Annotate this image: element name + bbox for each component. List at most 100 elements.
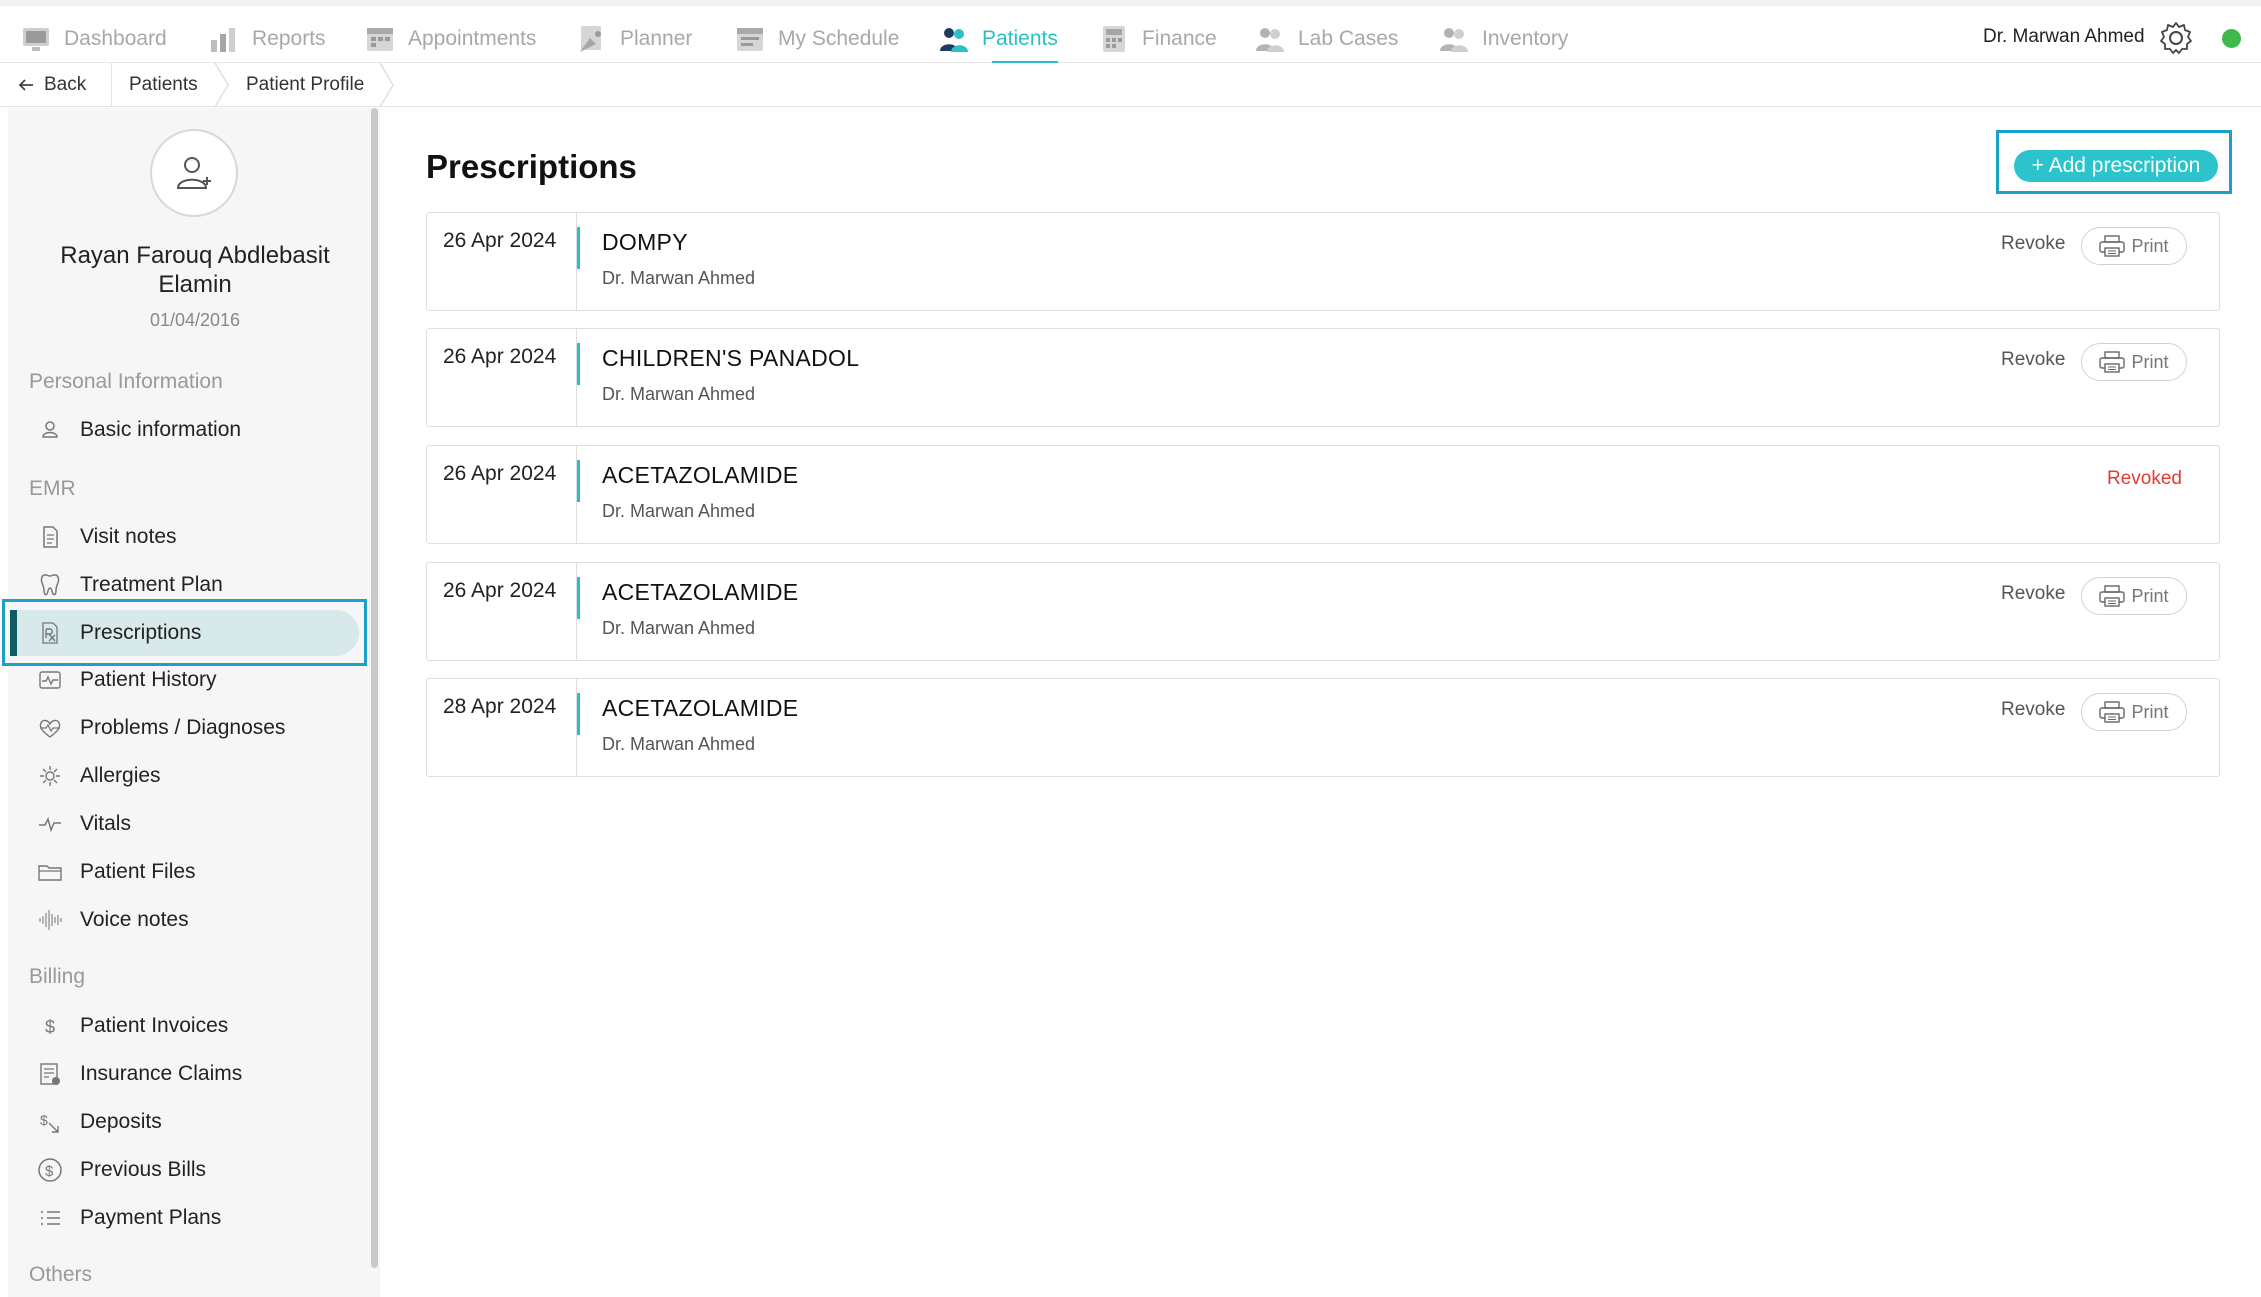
nav-reports[interactable]: Reports: [208, 16, 326, 62]
add-prescription-button[interactable]: + Add prescription: [2014, 150, 2218, 182]
nav-my-schedule[interactable]: My Schedule: [734, 16, 899, 62]
back-label: Back: [44, 74, 87, 95]
user-name[interactable]: Dr. Marwan Ahmed: [1983, 26, 2145, 48]
sidebar-item-previous-bills[interactable]: $ Previous Bills: [36, 1153, 206, 1187]
prescription-card: 26 Apr 2024 CHILDREN'S PANADOL Dr. Marwa…: [426, 328, 2220, 427]
sidebar-item-label: Visit notes: [80, 525, 177, 548]
revoked-status-badge: Revoked: [2107, 468, 2182, 489]
nav-planner[interactable]: Planner: [576, 16, 692, 62]
breadcrumb-patient-profile[interactable]: Patient Profile: [246, 63, 364, 107]
breadcrumb: Back Patients Patient Profile: [0, 63, 2261, 107]
revoke-button[interactable]: Revoke: [2001, 233, 2065, 255]
sidebar-item-label: Patient History: [80, 668, 217, 691]
appointments-icon: [367, 28, 393, 51]
dashboard-icon: [23, 28, 49, 51]
finance-icon: [1103, 26, 1125, 52]
sidebar-item-label: Allergies: [80, 764, 161, 787]
nav-label: Planner: [620, 27, 693, 50]
sidebar-item-patient-history[interactable]: Patient History: [36, 663, 217, 697]
breadcrumb-divider: [111, 63, 112, 107]
planner-icon: [580, 26, 601, 52]
sidebar-item-problems-diagnoses[interactable]: Problems / Diagnoses: [36, 711, 285, 745]
gear-icon[interactable]: [2158, 20, 2194, 56]
svg-text:$: $: [45, 1017, 55, 1037]
section-others: Others: [29, 1263, 93, 1286]
sidebar-item-vitals[interactable]: Vitals: [36, 807, 131, 841]
print-label: Print: [2131, 235, 2169, 256]
sidebar-item-deposits[interactable]: $ Deposits: [36, 1105, 162, 1139]
section-emr: EMR: [29, 477, 76, 500]
prescription-drug[interactable]: ACETAZOLAMIDE: [602, 579, 798, 606]
nav-dashboard[interactable]: Dashboard: [20, 16, 167, 62]
rx-icon: [42, 622, 58, 644]
nav-inventory[interactable]: Inventory: [1438, 16, 1568, 62]
bills-icon: $: [38, 1158, 62, 1182]
nav-label: Reports: [252, 27, 326, 50]
print-button[interactable]: Print: [2081, 693, 2187, 731]
sidebar-item-label: Patient Invoices: [80, 1014, 229, 1037]
list-icon: [41, 1211, 60, 1225]
sidebar-item-label: Insurance Claims: [80, 1062, 243, 1085]
revoke-button[interactable]: Revoke: [2001, 583, 2065, 605]
diagnoses-icon: [39, 719, 61, 738]
prescription-drug[interactable]: ACETAZOLAMIDE: [602, 695, 798, 722]
printer-icon: [2099, 235, 2126, 257]
sidebar-item-basic-information[interactable]: Basic information: [36, 413, 241, 447]
avatar[interactable]: [150, 129, 238, 217]
prescription-drug[interactable]: CHILDREN'S PANADOL: [602, 345, 859, 372]
prescription-drug[interactable]: DOMPY: [602, 229, 688, 256]
sidebar-scrollbar[interactable]: [371, 108, 378, 1268]
revoke-button[interactable]: Revoke: [2001, 699, 2065, 721]
back-button[interactable]: Back: [18, 63, 86, 107]
sidebar-item-label: Basic information: [80, 418, 242, 441]
print-button[interactable]: Print: [2081, 343, 2187, 381]
sidebar-item-label: Problems / Diagnoses: [80, 716, 286, 739]
user-icon: [42, 421, 58, 438]
prescription-card: 28 Apr 2024 ACETAZOLAMIDE Dr. Marwan Ahm…: [426, 678, 2220, 777]
revoke-button[interactable]: Revoke: [2001, 349, 2065, 371]
nav-appointments[interactable]: Appointments: [364, 16, 536, 62]
patient-name: Rayan Farouq Abdlebasit Elamin: [60, 242, 330, 298]
sidebar-item-insurance-claims[interactable]: Insurance Claims: [36, 1057, 242, 1091]
sidebar-item-prescriptions[interactable]: Prescriptions: [36, 616, 201, 650]
chevron-right-icon: [379, 63, 394, 107]
sidebar-item-payment-plans[interactable]: Payment Plans: [36, 1201, 221, 1235]
nav-patients[interactable]: Patients: [938, 16, 1058, 64]
sidebar-item-patient-invoices[interactable]: $ Patient Invoices: [36, 1009, 228, 1043]
sidebar-item-patient-files[interactable]: Patient Files: [36, 855, 196, 889]
prescription-doctor: Dr. Marwan Ahmed: [602, 268, 756, 288]
prescription-doctor: Dr. Marwan Ahmed: [602, 734, 756, 754]
sidebar-item-label: Vitals: [80, 812, 131, 835]
lab-cases-icon: [1256, 28, 1284, 52]
nav-lab-cases[interactable]: Lab Cases: [1254, 16, 1398, 62]
sidebar-item-label: Previous Bills: [80, 1158, 207, 1181]
breadcrumb-patients[interactable]: Patients: [129, 63, 198, 107]
nav-label: Lab Cases: [1298, 27, 1399, 50]
sidebar-item-allergies[interactable]: Allergies: [36, 759, 161, 793]
sidebar-item-treatment-plan[interactable]: Treatment Plan: [36, 568, 223, 602]
online-status-indicator: [2222, 29, 2241, 48]
sidebar-item-label: Patient Files: [80, 860, 196, 883]
prescription-date: 26 Apr 2024: [443, 579, 557, 602]
print-button[interactable]: Print: [2081, 227, 2187, 265]
print-button[interactable]: Print: [2081, 577, 2187, 615]
printer-icon: [2099, 701, 2126, 723]
svg-text:$: $: [45, 1163, 54, 1180]
card-accent: [577, 577, 580, 619]
print-label: Print: [2131, 701, 2169, 722]
top-nav: Dashboard Reports Appointments Planner M…: [0, 0, 2261, 64]
nav-finance[interactable]: Finance: [1098, 16, 1217, 62]
printer-icon: [2099, 585, 2126, 607]
section-billing: Billing: [29, 965, 86, 988]
prescription-drug[interactable]: ACETAZOLAMIDE: [602, 462, 798, 489]
breadcrumb-label: Patient Profile: [246, 74, 365, 95]
voice-icon: [39, 910, 62, 930]
sidebar-item-voice-notes[interactable]: Voice notes: [36, 903, 189, 937]
sidebar-item-label: Payment Plans: [80, 1206, 222, 1229]
svg-text:$: $: [40, 1112, 48, 1128]
dollar-icon: $: [45, 1017, 55, 1037]
nav-label: Inventory: [1482, 27, 1569, 50]
sidebar-item-visit-notes[interactable]: Visit notes: [36, 520, 177, 554]
prescription-doctor: Dr. Marwan Ahmed: [602, 384, 756, 404]
section-personal-information: Personal Information: [29, 370, 223, 393]
